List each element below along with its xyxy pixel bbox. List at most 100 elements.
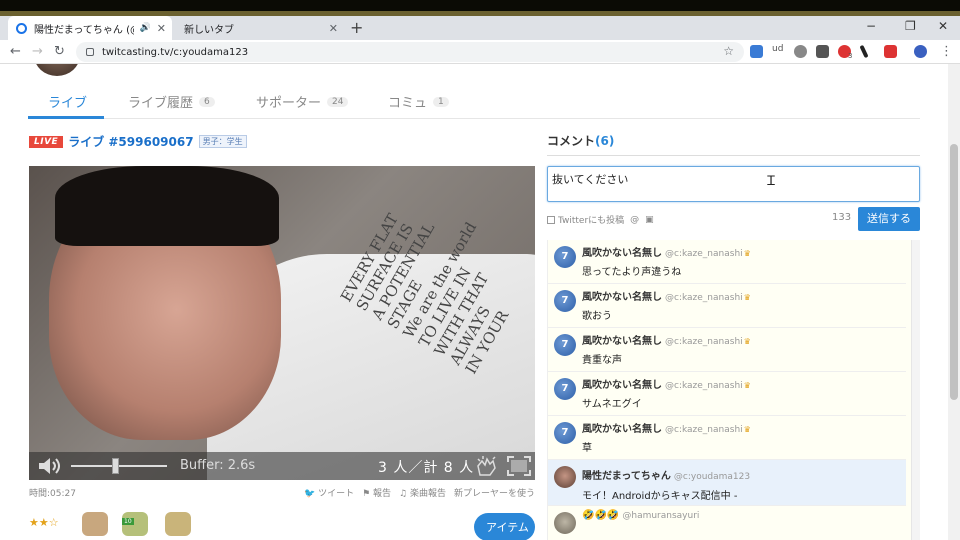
comment-count: (6) — [595, 134, 615, 148]
mention-icon[interactable]: @ — [630, 215, 639, 225]
commenter-avatar[interactable]: 7 — [554, 246, 576, 268]
extension-icon[interactable] — [750, 45, 763, 58]
twitcasting-icon — [16, 22, 27, 34]
commenter-id: @hamuransayuri — [622, 511, 700, 521]
close-tab-icon[interactable]: ✕ — [329, 22, 338, 35]
commenter-avatar[interactable]: 7 — [554, 422, 576, 444]
broadcaster-avatar[interactable] — [34, 64, 80, 76]
category-tag[interactable]: 男子：学生 — [198, 135, 247, 148]
tweet-link[interactable]: 🐦 ツイート — [304, 486, 354, 499]
commenter-name[interactable]: 風吹かない名無し — [582, 248, 662, 259]
commenter-avatar[interactable]: 7 — [554, 290, 576, 312]
send-button[interactable]: 送信する — [858, 207, 920, 231]
gift-item-icon[interactable] — [165, 512, 191, 536]
comment-item: 🤣🤣🤣 @hamuransayuri — [548, 506, 906, 540]
gift-item-icon[interactable] — [82, 512, 108, 536]
text-cursor-icon: Ꮖ — [767, 174, 776, 189]
live-link[interactable]: ライブ #599609067 — [68, 133, 193, 150]
commenter-avatar[interactable]: 7 — [554, 378, 576, 400]
commenter-name[interactable]: 風吹かない名無し — [582, 424, 662, 435]
item-button[interactable]: アイテム — [474, 513, 535, 540]
url-text: twitcasting.tv/c:youdama123 — [102, 46, 249, 58]
bookmark-star-icon[interactable]: ☆ — [723, 44, 734, 58]
extension-icon[interactable] — [859, 44, 869, 59]
new-tab-button[interactable]: + — [350, 18, 363, 37]
report-link[interactable]: ⚑ 報告 — [362, 486, 391, 499]
close-window-button[interactable]: ✕ — [938, 19, 948, 33]
nav-label: ライブ — [48, 96, 88, 111]
nav-tab-supporters[interactable]: サポーター 24 — [256, 92, 349, 111]
commenter-id: @c:youdama123 — [673, 472, 751, 482]
video-frame-hair — [55, 166, 279, 246]
crown-icon: ♛ — [743, 381, 751, 390]
fullscreen-icon[interactable] — [507, 456, 531, 476]
os-top-bar — [0, 0, 960, 16]
comment-item: 7 風吹かない名無し @c:kaze_nanashi♛ 思ってたより声違うね — [548, 240, 906, 284]
elapsed-time: 時間:05:27 — [29, 489, 76, 499]
close-tab-icon[interactable]: ✕ — [157, 22, 166, 35]
commenter-name[interactable]: 風吹かない名無し — [582, 380, 662, 391]
commenter-name[interactable]: 風吹かない名無し — [582, 292, 662, 303]
commenter-id: @c:kaze_nanashi — [665, 381, 743, 391]
commenter-name[interactable]: 陽性だまってちゃん — [582, 471, 671, 482]
comment-scrollbar[interactable] — [911, 240, 920, 540]
comment-text: 貴重な声 — [582, 355, 622, 366]
minimize-button[interactable]: − — [866, 19, 876, 33]
player-controls: Buffer: 2.6s 3 人／計 8 人 — [29, 452, 535, 480]
crown-icon: ♛ — [743, 293, 751, 302]
profile-avatar[interactable] — [914, 45, 927, 58]
maximize-button[interactable]: ❐ — [905, 19, 916, 33]
nav-tab-history[interactable]: ライブ履歴 6 — [128, 92, 215, 111]
comment-text: サムネエグイ — [582, 399, 642, 410]
nav-count: 24 — [327, 96, 349, 107]
twitter-checkbox[interactable] — [547, 215, 555, 224]
volume-icon[interactable] — [37, 456, 63, 476]
extension-label[interactable]: ud — [772, 44, 783, 54]
pocket-icon[interactable] — [884, 45, 897, 58]
volume-slider[interactable] — [71, 465, 167, 467]
extension-badge-count: 3 — [848, 52, 853, 60]
reload-icon[interactable]: ↻ — [54, 44, 65, 59]
tab-strip: 陽性だまってちゃん (@c:youdan 🔊 ✕ 新しいタブ ✕ + − ❐ ✕ — [0, 16, 960, 40]
back-icon[interactable]: ← — [10, 44, 21, 59]
tab-new[interactable]: 新しいタブ ✕ — [176, 16, 344, 40]
image-icon[interactable]: ▣ — [645, 215, 654, 225]
commenter-avatar[interactable] — [554, 466, 576, 488]
twitter-option[interactable]: Twitterにも投稿 @ ▣ — [547, 213, 654, 226]
viewer-count: 3 人／計 8 人 — [378, 460, 475, 476]
volume-slider-knob[interactable] — [112, 458, 119, 474]
new-player-link[interactable]: 新プレーヤーを使う — [454, 486, 535, 499]
gift-badge: 10 — [122, 518, 134, 525]
comment-item: 7 風吹かない名無し @c:kaze_nanashi♛ 貴重な声 — [548, 328, 906, 372]
extension-icon[interactable] — [794, 45, 807, 58]
comment-list[interactable]: 7 風吹かない名無し @c:kaze_nanashi♛ 思ってたより声違うね 7 … — [547, 240, 920, 540]
commenter-id: @c:kaze_nanashi — [665, 425, 743, 435]
speaker-icon[interactable]: 🔊 — [140, 23, 151, 33]
nav-count: 1 — [433, 96, 449, 107]
nav-tab-live[interactable]: ライブ — [48, 92, 87, 111]
commenter-name[interactable]: 🤣🤣🤣 — [582, 510, 619, 521]
commenter-name[interactable]: 風吹かない名無し — [582, 336, 662, 347]
video-player[interactable]: EVERY FLAT SURFACE IS A POTENTIAL STAGE … — [29, 166, 535, 480]
menu-icon[interactable]: ⋮ — [940, 44, 953, 59]
comment-text: 思ってたより声違うね — [582, 267, 682, 278]
commenter-avatar[interactable]: 7 — [554, 334, 576, 356]
crown-icon: ♛ — [743, 425, 751, 434]
tab-twitcasting[interactable]: 陽性だまってちゃん (@c:youdan 🔊 ✕ — [8, 16, 172, 40]
twitter-option-label: Twitterにも投稿 — [558, 216, 625, 226]
nav-tab-community[interactable]: コミュ 1 — [388, 92, 449, 111]
forward-icon[interactable]: → — [32, 44, 43, 59]
clap-icon[interactable] — [475, 455, 499, 477]
music-report-link[interactable]: ♫ 楽曲報告 — [399, 486, 446, 499]
gift-item-icon[interactable]: 10 — [122, 512, 148, 536]
page-scrollbar[interactable] — [948, 64, 960, 540]
page-scrollbar-thumb[interactable] — [950, 144, 958, 400]
commenter-avatar[interactable] — [554, 512, 576, 534]
commenter-id: @c:kaze_nanashi — [665, 249, 743, 259]
comment-input[interactable]: 抜いてください — [547, 166, 920, 202]
nav-label: サポーター — [256, 96, 322, 111]
comment-text: モイ！Androidからキャス配信中 - — [582, 491, 738, 502]
extension-icon[interactable] — [816, 45, 829, 58]
address-bar[interactable]: twitcasting.tv/c:youdama123 ☆ — [76, 42, 744, 62]
lock-icon — [86, 48, 94, 56]
